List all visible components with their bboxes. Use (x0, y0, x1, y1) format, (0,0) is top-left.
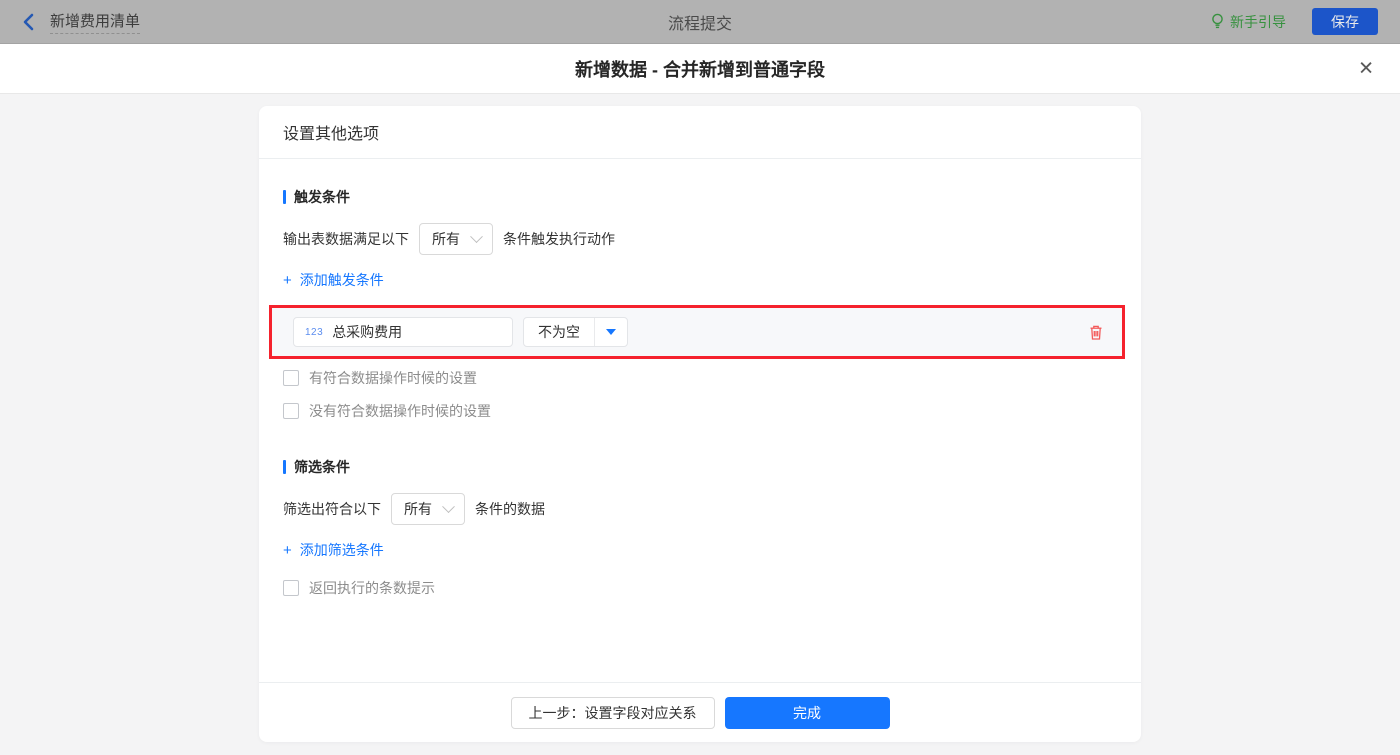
trigger-section-title: 触发条件 (283, 187, 1117, 207)
operator-caret-zone[interactable] (594, 318, 627, 346)
checkbox-without-match[interactable] (283, 403, 299, 419)
topbar: 新增费用清单 流程提交 新手引导 保存 (0, 0, 1400, 44)
filter-section-label: 筛选条件 (294, 459, 350, 475)
trigger-match-mode-value: 所有 (432, 231, 460, 247)
close-icon[interactable]: ✕ (1358, 59, 1374, 78)
dialog-title: 新增数据 - 合并新增到普通字段 (575, 59, 825, 80)
checkbox-count-tip-label: 返回执行的条数提示 (309, 580, 435, 596)
trigger-condition-row-highlighted: 123 总采购费用 不为空 (269, 305, 1125, 359)
trigger-row-suffix: 条件触发执行动作 (503, 231, 615, 247)
trigger-match-row: 输出表数据满足以下 所有 条件触发执行动作 (283, 223, 1117, 255)
condition-operator-value: 不为空 (538, 324, 580, 340)
lightbulb-icon (1210, 13, 1225, 30)
checkbox-row-with-match: 有符合数据操作时候的设置 (283, 368, 1117, 388)
options-panel: 设置其他选项 触发条件 输出表数据满足以下 所有 条件触发执行动作 + 添加触发… (259, 106, 1141, 742)
checkbox-count-tip[interactable] (283, 580, 299, 596)
checkbox-row-without-match: 没有符合数据操作时候的设置 (283, 401, 1117, 421)
chevron-down-icon (442, 499, 455, 513)
checkbox-with-match[interactable] (283, 370, 299, 386)
dialog-body: 设置其他选项 触发条件 输出表数据满足以下 所有 条件触发执行动作 + 添加触发… (0, 94, 1400, 755)
topbar-title: 流程提交 (667, 15, 732, 33)
plus-icon: + (283, 541, 292, 559)
topbar-right: 新手引导 保存 (1210, 8, 1378, 35)
delete-condition-button[interactable] (1088, 324, 1104, 341)
topbar-left: 新增费用清单 (22, 10, 141, 34)
filter-row-suffix: 条件的数据 (475, 501, 545, 517)
filter-row-prefix: 筛选出符合以下 (283, 501, 381, 517)
filter-section-title: 筛选条件 (283, 457, 1117, 477)
number-field-type-icon: 123 (305, 326, 324, 338)
add-trigger-condition-label: 添加触发条件 (299, 272, 384, 288)
trigger-match-mode-select[interactable]: 所有 (419, 223, 493, 255)
add-filter-condition-label: 添加筛选条件 (299, 542, 384, 558)
checkbox-without-match-label: 没有符合数据操作时候的设置 (309, 403, 491, 419)
checkbox-with-match-label: 有符合数据操作时候的设置 (309, 370, 477, 386)
beginner-guide-label: 新手引导 (1230, 13, 1286, 30)
back-chevron-icon[interactable] (22, 13, 36, 31)
caret-down-icon (606, 329, 616, 335)
panel-body: 触发条件 输出表数据满足以下 所有 条件触发执行动作 + 添加触发条件 123 … (259, 159, 1141, 682)
add-filter-condition-link[interactable]: + 添加筛选条件 (283, 540, 384, 560)
filter-match-row: 筛选出符合以下 所有 条件的数据 (283, 493, 1117, 525)
panel-footer: 上一步：设置字段对应关系 完成 (259, 682, 1141, 742)
plus-icon: + (283, 271, 292, 289)
finish-button[interactable]: 完成 (724, 696, 890, 729)
previous-step-button[interactable]: 上一步：设置字段对应关系 (510, 696, 715, 729)
section-accent-bar (283, 190, 286, 204)
condition-operator-select[interactable]: 不为空 (523, 317, 628, 347)
trigger-section-label: 触发条件 (294, 189, 350, 205)
chevron-down-icon (470, 229, 483, 243)
section-accent-bar (283, 460, 286, 474)
save-button[interactable]: 保存 (1312, 8, 1378, 35)
checkbox-row-count-tip: 返回执行的条数提示 (283, 578, 1117, 598)
add-trigger-condition-link[interactable]: + 添加触发条件 (283, 270, 384, 290)
condition-field-select[interactable]: 123 总采购费用 (293, 317, 513, 347)
beginner-guide-link[interactable]: 新手引导 (1210, 12, 1286, 32)
dialog-header: 新增数据 - 合并新增到普通字段 ✕ (0, 44, 1400, 94)
condition-field-name: 总采购费用 (332, 324, 403, 340)
filter-match-mode-select[interactable]: 所有 (391, 493, 465, 525)
filter-match-mode-value: 所有 (404, 501, 432, 517)
panel-header: 设置其他选项 (259, 106, 1141, 159)
trigger-row-prefix: 输出表数据满足以下 (283, 231, 409, 247)
flow-name-label[interactable]: 新增费用清单 (50, 10, 141, 34)
